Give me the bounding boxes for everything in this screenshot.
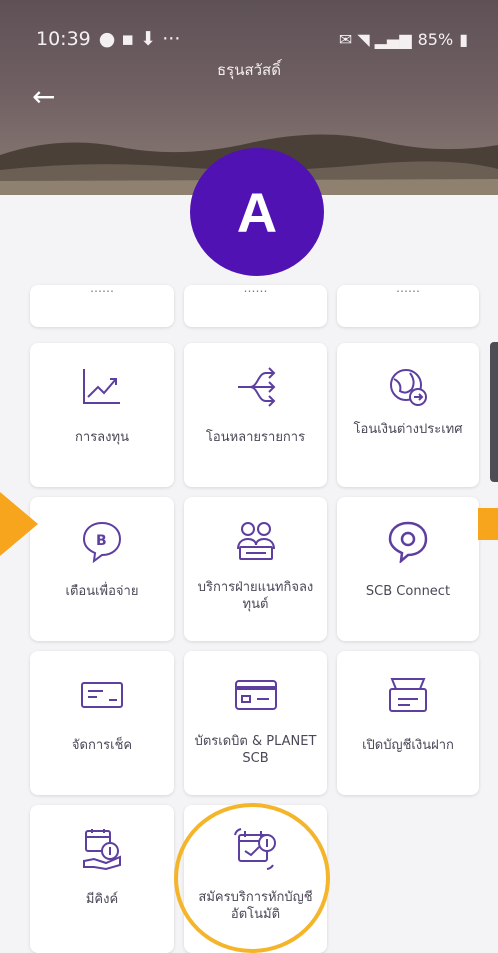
multi-transfer-icon bbox=[232, 363, 280, 411]
bill-reminder-icon: B bbox=[78, 517, 126, 565]
menu-card-partial[interactable]: …… bbox=[184, 281, 327, 327]
menu-item-open-account[interactable]: เปิดบัญชีเงินฝาก bbox=[337, 651, 479, 795]
debit-card-icon bbox=[232, 671, 280, 719]
header-title: ธรุนสวัสดิ์ bbox=[217, 61, 281, 79]
step-badge: A bbox=[190, 148, 324, 276]
people-service-icon bbox=[232, 517, 280, 565]
phone-screen: 10:39 ● ▪ ⬇ ··· ✉ ◥ ▂▄▆ 85% ▮ ธรุนสวัสดิ… bbox=[0, 0, 498, 953]
notification-icons: ● ▪ ⬇ ··· bbox=[98, 28, 181, 50]
back-arrow-icon[interactable]: ← bbox=[32, 82, 68, 114]
signal-icons: ✉ ◥ ▂▄▆ bbox=[338, 29, 412, 49]
menu-item-label: เตือนเพื่อจ่าย bbox=[65, 584, 139, 599]
menu-item-debit-card[interactable]: บัตรเดบิต & PLANET SCB bbox=[184, 651, 327, 795]
menu-item-label: โอนหลายรายการ bbox=[205, 430, 306, 445]
line-chart-icon bbox=[78, 363, 126, 411]
menu-item-auto-debit[interactable]: สมัครบริการหักบัญชีอัตโนมัติ bbox=[184, 805, 327, 953]
status-time: 10:39 bbox=[36, 28, 91, 50]
menu-grid: …… …… …… การลงทุน โอนหลายรายการ โอนเงินต… bbox=[0, 195, 498, 953]
menu-item-multi-transfer[interactable]: โอนหลายรายการ bbox=[184, 343, 327, 487]
menu-item-label: SCB Connect bbox=[365, 584, 451, 599]
menu-item-label: จัดการเช็ค bbox=[71, 738, 133, 753]
svg-text:B: B bbox=[96, 533, 107, 549]
menu-item-corporate-service[interactable]: บริการฝ่ายแนทกิจลงทุนต์ bbox=[184, 497, 327, 641]
menu-item-payment[interactable]: มีคิงค์ bbox=[30, 805, 174, 953]
menu-card-partial[interactable]: …… bbox=[30, 281, 174, 327]
auto-debit-icon bbox=[232, 825, 280, 873]
menu-item-label: โอนเงินต่างประเทศ bbox=[353, 422, 463, 437]
open-account-icon bbox=[384, 671, 432, 719]
menu-item-cheque[interactable]: จัดการเช็ค bbox=[30, 651, 174, 795]
cheque-icon bbox=[78, 671, 126, 719]
arrow-pointer-icon bbox=[0, 492, 38, 556]
globe-transfer-icon bbox=[384, 363, 432, 411]
menu-item-scb-connect[interactable]: SCB Connect bbox=[337, 497, 479, 641]
arrow-pointer-icon bbox=[478, 508, 498, 540]
menu-item-label: การลงทุน bbox=[75, 430, 129, 445]
payment-hand-icon bbox=[78, 825, 126, 873]
battery-icon: ▮ bbox=[459, 29, 468, 49]
menu-item-bill-reminder[interactable]: B เตือนเพื่อจ่าย bbox=[30, 497, 174, 641]
scrollbar-handle[interactable] bbox=[490, 342, 498, 482]
menu-item-international-transfer[interactable]: โอนเงินต่างประเทศ bbox=[337, 343, 479, 487]
menu-card-partial[interactable]: …… bbox=[337, 281, 479, 327]
menu-item-label: บริการฝ่ายแนทกิจลงทุนต์ bbox=[197, 580, 314, 612]
menu-item-label: มีคิงค์ bbox=[85, 892, 119, 907]
battery-level: 85% bbox=[417, 29, 454, 49]
menu-item-investment[interactable]: การลงทุน bbox=[30, 343, 174, 487]
menu-item-label: สมัครบริการหักบัญชีอัตโนมัติ bbox=[198, 890, 313, 922]
status-bar: 10:39 ● ▪ ⬇ ··· ✉ ◥ ▂▄▆ 85% ▮ bbox=[36, 26, 468, 52]
menu-item-label: เปิดบัญชีเงินฝาก bbox=[362, 738, 454, 753]
chat-icon bbox=[384, 517, 432, 565]
menu-item-label: บัตรเดบิต & PLANET SCB bbox=[194, 734, 317, 766]
